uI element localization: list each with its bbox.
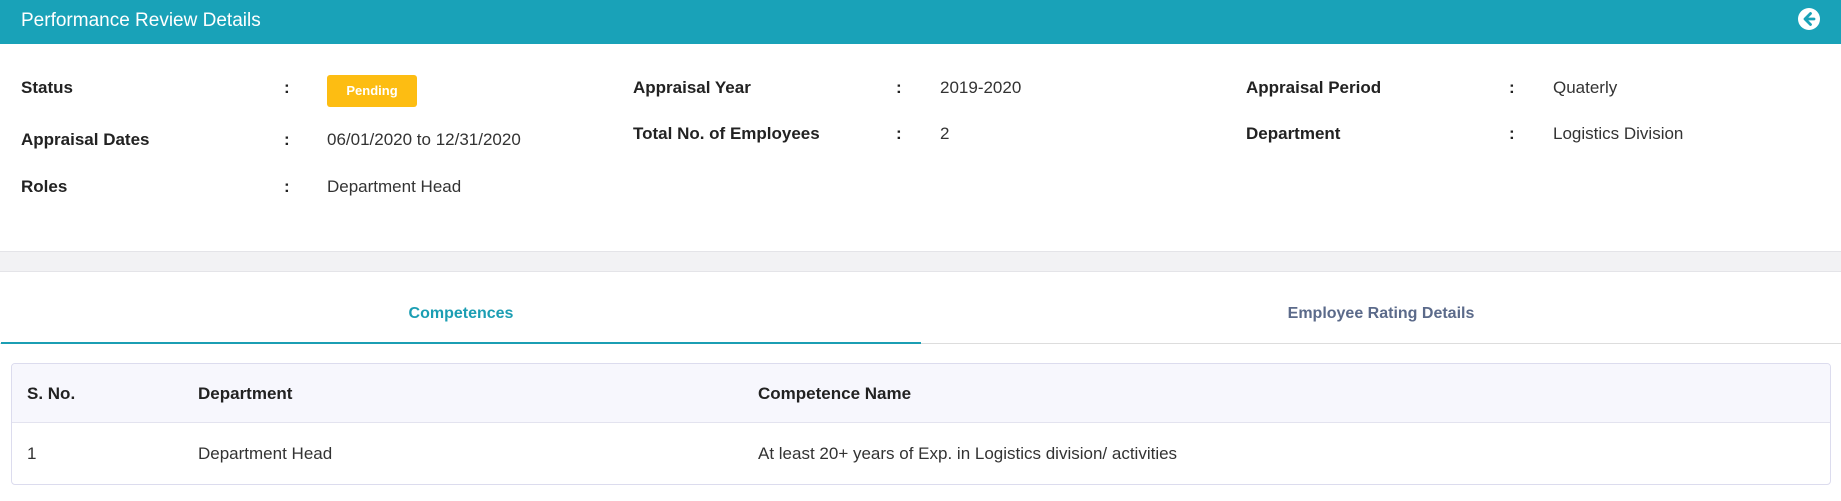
- column-header-sno: S. No.: [27, 384, 76, 403]
- column-header-competence-name: Competence Name: [758, 384, 912, 403]
- cell-sno: 1: [27, 444, 37, 463]
- appraisal-period-label: Appraisal Period: [1246, 78, 1382, 97]
- roles-label: Roles: [21, 177, 68, 196]
- roles-value: Department Head: [327, 177, 462, 196]
- back-arrow-icon[interactable]: [1798, 8, 1820, 30]
- department-separator: :: [1509, 124, 1515, 143]
- appraisal-period-value: Quaterly: [1553, 78, 1618, 97]
- appraisal-dates-label: Appraisal Dates: [21, 130, 150, 149]
- tab-competences[interactable]: Competences: [1, 272, 921, 344]
- table-header: S. No. Department Competence Name: [12, 364, 1830, 423]
- appraisal-year-separator: :: [896, 78, 902, 97]
- status-label: Status: [21, 78, 73, 97]
- status-badge: Pending: [327, 75, 417, 107]
- roles-separator: :: [284, 177, 290, 196]
- appraisal-year-value: 2019-2020: [940, 78, 1022, 97]
- department-value: Logistics Division: [1553, 124, 1684, 143]
- appraisal-dates-value: 06/01/2020 to 12/31/2020: [327, 130, 521, 149]
- status-separator: :: [284, 78, 290, 97]
- total-employees-separator: :: [896, 124, 902, 143]
- tab-employee-rating-details[interactable]: Employee Rating Details: [921, 272, 1841, 344]
- page-title: Performance Review Details: [21, 10, 261, 31]
- total-employees-value: 2: [940, 124, 950, 143]
- appraisal-dates-separator: :: [284, 130, 290, 149]
- page-header: Performance Review Details: [0, 0, 1841, 44]
- column-header-department: Department: [198, 384, 293, 403]
- appraisal-period-separator: :: [1509, 78, 1515, 97]
- cell-competence-name: At least 20+ years of Exp. in Logistics …: [758, 444, 1178, 463]
- section-divider: [0, 251, 1841, 272]
- table-row: 1 Department Head At least 20+ years of …: [12, 423, 1830, 484]
- cell-department: Department Head: [198, 444, 333, 463]
- department-label: Department: [1246, 124, 1341, 143]
- appraisal-year-label: Appraisal Year: [633, 78, 751, 97]
- competences-table: S. No. Department Competence Name 1 Depa…: [11, 363, 1831, 485]
- review-details-panel: Status : Pending Appraisal Dates : 06/01…: [0, 44, 1841, 251]
- tab-bar: Competences Employee Rating Details: [0, 272, 1841, 344]
- total-employees-label: Total No. of Employees: [633, 124, 820, 143]
